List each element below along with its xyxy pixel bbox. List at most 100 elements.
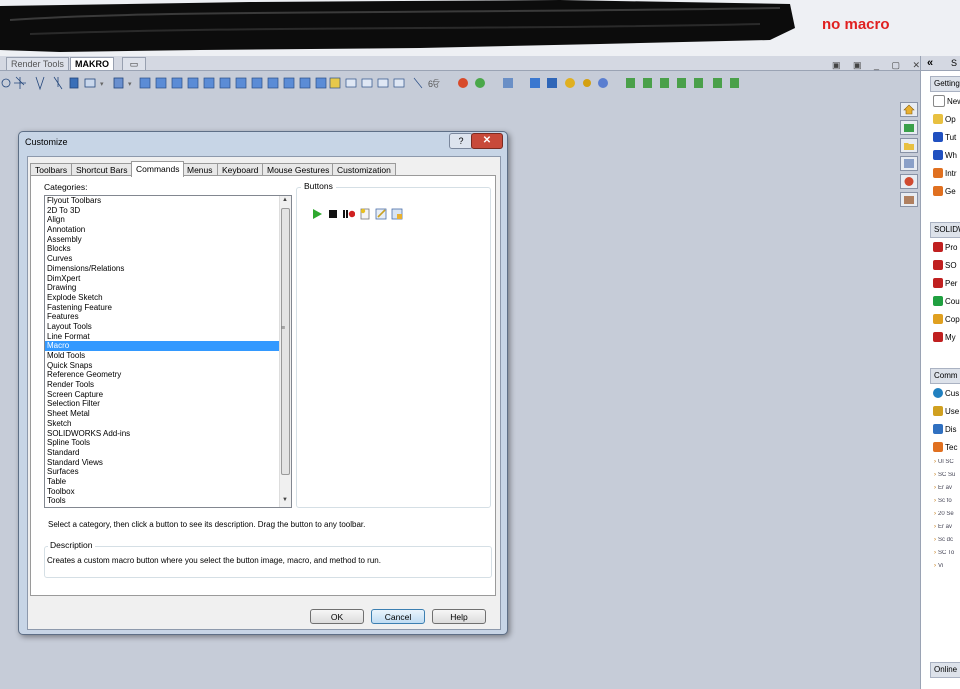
news-item[interactable]: › Er av (934, 524, 960, 531)
link-cus[interactable]: Cus (930, 384, 960, 402)
news-item[interactable]: › Ul SC (934, 459, 960, 466)
close-icon[interactable]: ✕ (471, 133, 503, 149)
list-item[interactable]: Standard Views (45, 458, 291, 468)
list-item[interactable]: 2D To 3D (45, 206, 291, 216)
description-text: Creates a custom macro button where you … (47, 556, 381, 565)
help-button[interactable]: Help (432, 609, 486, 624)
list-item[interactable]: Layout Tools (45, 322, 291, 332)
list-item[interactable]: Selection Filter (45, 399, 291, 409)
news-item[interactable]: › Vi (934, 563, 960, 570)
scroll-up-icon[interactable]: ▲ (282, 197, 288, 203)
categories-list[interactable]: Flyout Toolbars 2D To 3D Align Annotatio… (44, 195, 292, 508)
list-item[interactable]: Table (45, 477, 291, 487)
list-item[interactable]: Surfaces (45, 467, 291, 477)
view-top-icon (203, 77, 215, 89)
section-solidworks: SOLIDW Pro SO Per Cou Cop My (930, 222, 960, 346)
list-item[interactable]: Align (45, 215, 291, 225)
list-item[interactable]: SOLIDWORKS Add-ins (45, 429, 291, 439)
list-item[interactable]: Blocks (45, 244, 291, 254)
list-item[interactable]: Spline Tools (45, 438, 291, 448)
task-pane-tab-strip (900, 102, 920, 210)
custom-properties-icon[interactable] (900, 192, 918, 207)
list-item[interactable]: Screen Capture (45, 390, 291, 400)
link-general[interactable]: Ge (930, 182, 960, 200)
news-item[interactable]: › Er av (934, 485, 960, 492)
list-item[interactable]: Assembly (45, 235, 291, 245)
list-item[interactable]: Flyout Toolbars (45, 196, 291, 206)
tab-render-tools[interactable]: Render Tools (6, 57, 69, 70)
list-item[interactable]: Annotation (45, 225, 291, 235)
link-per[interactable]: Per (930, 274, 960, 292)
appearances-icon[interactable] (900, 174, 918, 189)
help-icon[interactable]: ? (449, 133, 473, 149)
list-item[interactable]: Curves (45, 254, 291, 264)
link-cop[interactable]: Cop (930, 310, 960, 328)
list-item[interactable]: Drawing (45, 283, 291, 293)
edit-macro-icon[interactable] (375, 208, 387, 220)
list-item[interactable]: Fastening Feature (45, 303, 291, 313)
link-use[interactable]: Use (930, 402, 960, 420)
link-tutorials[interactable]: Tut (930, 128, 960, 146)
list-item[interactable]: Render Tools (45, 380, 291, 390)
stop-macro-icon[interactable] (327, 208, 339, 220)
dialog-title: Customize (25, 137, 68, 147)
list-item[interactable]: Reference Geometry (45, 370, 291, 380)
link-dis[interactable]: Dis (930, 420, 960, 438)
list-item[interactable]: Line Format (45, 332, 291, 342)
news-item[interactable]: › 20 Se (934, 511, 960, 518)
list-item[interactable]: Sheet Metal (45, 409, 291, 419)
cancel-button[interactable]: Cancel (371, 609, 425, 624)
list-scrollbar[interactable]: ▲ ≡ ▼ (279, 196, 291, 507)
view-icon (84, 78, 96, 88)
link-new[interactable]: New (930, 92, 960, 110)
viewport-icon (345, 78, 357, 88)
view-palette-icon[interactable] (900, 156, 918, 171)
list-item[interactable]: DimXpert (45, 274, 291, 284)
cube-icon (113, 77, 124, 89)
render-icon (503, 78, 513, 88)
link-pro[interactable]: Pro (930, 238, 960, 256)
add-tab-icon[interactable]: ▭ (122, 57, 146, 70)
sphere-yellow-icon (565, 78, 575, 88)
svg-text:▾: ▾ (128, 81, 132, 88)
new-macro-icon[interactable] (359, 208, 371, 220)
view-right-icon (187, 77, 199, 89)
tab-makro[interactable]: MAKRO (70, 57, 114, 70)
news-item[interactable]: › SC Su (934, 472, 960, 479)
home-icon[interactable] (900, 102, 918, 117)
link-whats-new[interactable]: Wh (930, 146, 960, 164)
tool-e-icon (694, 78, 703, 88)
list-item[interactable]: Toolbox (45, 487, 291, 497)
news-item[interactable]: › SC To (934, 550, 960, 557)
list-item[interactable]: Sketch (45, 419, 291, 429)
scroll-thumb[interactable] (281, 208, 290, 475)
design-library-icon[interactable] (900, 120, 918, 135)
document-window-controls[interactable]: ▣ ▣ _ ▢ ✕ (832, 60, 925, 71)
list-item[interactable]: Quick Snaps (45, 361, 291, 371)
list-item[interactable]: Features (45, 312, 291, 322)
list-item[interactable]: Dimensions/Relations (45, 264, 291, 274)
list-item[interactable]: Explode Sketch (45, 293, 291, 303)
news-item[interactable]: › Sc dc (934, 537, 960, 544)
collapse-pane-icon[interactable]: « (927, 56, 933, 70)
custom-macro-icon[interactable] (391, 208, 403, 220)
view-front-icon (139, 77, 151, 89)
ok-button[interactable]: OK (310, 609, 364, 624)
link-cou[interactable]: Cou (930, 292, 960, 310)
link-my[interactable]: My (930, 328, 960, 346)
list-item[interactable]: Mold Tools (45, 351, 291, 361)
list-item[interactable]: Standard (45, 448, 291, 458)
run-macro-icon[interactable] (311, 208, 323, 220)
link-so[interactable]: SO (930, 256, 960, 274)
link-intro[interactable]: Intr (930, 164, 960, 182)
file-explorer-icon[interactable] (900, 138, 918, 153)
news-item[interactable]: › Sc fo (934, 498, 960, 505)
zoom-icon (1, 78, 11, 88)
list-item[interactable]: Tools (45, 496, 291, 506)
scroll-down-icon[interactable]: ▼ (282, 497, 288, 503)
list-item-selected[interactable]: Macro (45, 341, 291, 351)
link-tec[interactable]: Tec (930, 438, 960, 456)
record-pause-macro-icon[interactable] (343, 208, 355, 220)
link-open[interactable]: Op (930, 110, 960, 128)
tab-commands[interactable]: Commands (131, 161, 185, 177)
